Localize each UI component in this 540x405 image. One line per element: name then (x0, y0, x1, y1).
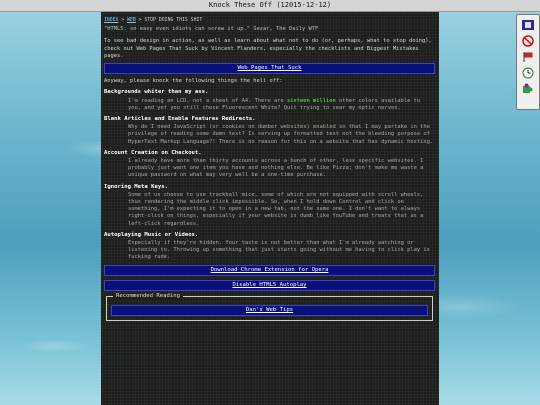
intro-text: To see bad design in action, as well as … (104, 38, 432, 59)
breadcrumb-current: STOP DOING THIS SHIT (144, 18, 203, 23)
item-heading: Autoplaying Music or Videos. (104, 231, 199, 238)
dans-web-tips-link[interactable]: Dan's Web Tips (111, 305, 428, 317)
item-body: I'm reading an LCD, not a sheet of A4. T… (128, 97, 421, 111)
recommended-title: Recommended Reading (113, 293, 183, 301)
flag-icon[interactable] (520, 50, 536, 63)
extension-sidebar (516, 14, 540, 110)
breadcrumb-index[interactable]: INDEX (104, 18, 118, 23)
item-body: Especially if they're hidden. Your taste… (128, 240, 430, 261)
breadcrumb: INDEX > WEB > STOP DOING THIS SHIT (104, 17, 435, 24)
item-body: I already have more than thirty accounts… (128, 158, 424, 179)
link-label[interactable]: Download Chrome Extension for Opera (211, 267, 329, 273)
recommended-reading-box: Recommended Reading Dan's Web Tips (106, 293, 433, 322)
chrome-extension-link[interactable]: Download Chrome Extension for Opera (104, 264, 435, 276)
item-body: Why do I need JavaScript (or cookies on … (128, 124, 434, 145)
web-pages-that-suck-link[interactable]: Web Pages That Suck (104, 63, 435, 75)
item-heading: Blank Articles and Enable Features Redir… (104, 116, 256, 123)
item-body: Some of us choose to use trackball mice,… (128, 191, 424, 227)
puzzle-icon[interactable] (520, 82, 536, 95)
content-page: INDEX > WEB > STOP DOING THIS SHIT "HTML… (101, 12, 439, 405)
item-heading: Backgrounds whiter than my ass. (104, 89, 209, 96)
link-label[interactable]: Web Pages That Suck (238, 65, 302, 71)
lead-text: Anyway, please knock the following thing… (104, 78, 283, 85)
window-title: Knock These Off (12015-12-12) (0, 0, 540, 12)
link-label[interactable]: Dan's Web Tips (246, 307, 293, 313)
green-highlight: sixteen million (287, 97, 336, 104)
clock-icon[interactable] (520, 66, 536, 79)
breadcrumb-sep: > (118, 18, 128, 23)
no-pages-icon[interactable] (520, 34, 536, 47)
item-heading: Ignoring Meta Keys. (104, 183, 168, 190)
breadcrumb-web[interactable]: WEB (127, 18, 136, 23)
link-label[interactable]: Disable HTML5 Autoplay (232, 282, 306, 288)
item-heading: Account Creation on Checkout. (104, 149, 202, 156)
shield-icon[interactable] (520, 18, 536, 31)
disable-autoplay-link[interactable]: Disable HTML5 Autoplay (104, 279, 435, 292)
page-quote: "HTML5: so easy even idiots can screw it… (104, 26, 319, 33)
